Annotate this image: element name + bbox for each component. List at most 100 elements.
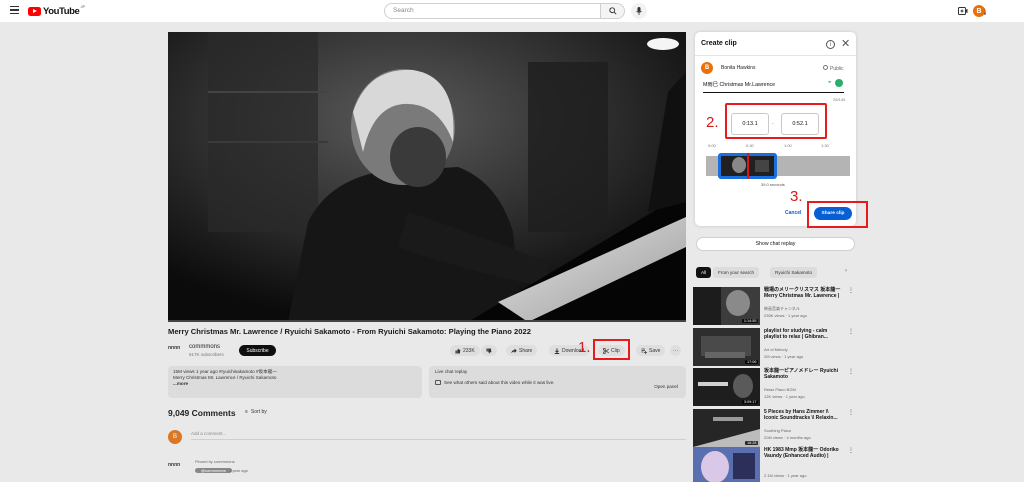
video-duration: 17:06 (745, 360, 758, 364)
thumbnail-image (693, 447, 760, 482)
voice-search-button[interactable] (631, 3, 647, 19)
subscribe-button[interactable]: Subscribe (239, 345, 276, 356)
sort-by-button[interactable]: ≡ Sort by (245, 409, 267, 415)
pinned-comment-handle[interactable]: @commmons (195, 468, 232, 473)
step-3-annotation: 3. (790, 188, 803, 205)
recommendation-title[interactable]: playlist for studying - calm playlist to… (764, 328, 844, 340)
comments-count: 9,049 Comments (168, 408, 236, 418)
close-icon[interactable]: ✕ (841, 37, 850, 50)
video-duration: 3:09:17 (742, 400, 758, 404)
more-vert-icon[interactable]: ⋮ (848, 287, 854, 294)
recommendation-title[interactable]: 戦場のメリークリスマス 坂本龍一 Merry Christmas Mr. Law… (764, 287, 844, 299)
recommendation-item[interactable]: 3:09:17 坂本龍一ピアノメドレー Ryuichi Sakamoto Rel… (693, 368, 856, 406)
like-button[interactable]: 233K (450, 345, 480, 356)
step-1-annotation: 1. (578, 339, 591, 356)
recommendation-title[interactable]: 坂本龍一ピアノメドレー Ryuichi Sakamoto (764, 368, 844, 380)
microphone-icon (636, 7, 642, 15)
search-placeholder: Search (393, 7, 414, 14)
recommendation-channel[interactable]: Art of Melody (764, 347, 788, 352)
recommendation-item[interactable]: HK 1983 Mmp 坂本龍一 Odoriko Vaundy (Enhance… (693, 447, 856, 482)
clip-title-input[interactable]: M雨巳 Christmas Mr.Lawrence (703, 80, 844, 93)
timeline-tick: 0:30 (746, 143, 754, 148)
sort-by-label: Sort by (250, 409, 267, 415)
logo-text: YouTube (43, 5, 80, 17)
video-duration: 16:28 (745, 441, 758, 445)
more-vert-icon[interactable]: ⋮ (848, 409, 854, 416)
youtube-logo[interactable]: YouTube JP (28, 4, 86, 17)
recommendation-channel[interactable]: 映画音楽チャンネル (764, 306, 800, 312)
recommendation-meta: 2.1M views · 1 year ago (764, 473, 807, 478)
create-button[interactable] (958, 6, 968, 16)
thumbs-down-icon (486, 348, 492, 353)
video-player[interactable] (168, 32, 686, 322)
chip-from-search[interactable]: From your search (713, 267, 759, 278)
download-icon (554, 348, 560, 354)
live-chat-text: See what others said about this video wh… (444, 380, 555, 385)
chip-all[interactable]: All (696, 267, 712, 278)
video-title: Merry Christmas Mr. Lawrence / Ryuichi S… (168, 327, 531, 336)
add-comment-input[interactable]: Add a comment... (191, 431, 686, 440)
live-chat-box: Live chat replay See what others said ab… (429, 366, 686, 398)
description-more-link[interactable]: ...more (173, 381, 417, 387)
share-button[interactable]: Share (506, 345, 538, 356)
search-input[interactable]: Search (384, 3, 601, 19)
clip-user-name: Bonita Hawkins (721, 65, 756, 71)
location-pin-icon[interactable]: ⌖ (828, 80, 831, 87)
recommendation-thumbnail[interactable]: 3:09:17 (693, 368, 760, 406)
channel-name[interactable]: commmons (189, 344, 220, 350)
logo-region: JP (80, 4, 86, 9)
live-chat-title: Live chat replay (435, 369, 468, 374)
video-duration: 1:14:55 (742, 319, 758, 323)
menu-icon[interactable] (10, 6, 19, 16)
recommendation-meta: 235K views · 1 year ago (764, 313, 807, 318)
clip-end-time[interactable]: 0:52.1 (781, 113, 819, 135)
info-icon[interactable]: i (826, 40, 835, 49)
cancel-button[interactable]: Cancel (785, 210, 801, 216)
recommendation-channel[interactable]: Soothing Piano (764, 428, 791, 433)
more-vert-icon[interactable]: ⋮ (848, 447, 854, 454)
show-chat-replay-button[interactable]: Show chat replay (696, 237, 855, 251)
time-separator: - (772, 121, 774, 127)
more-actions-button[interactable]: ··· (670, 345, 681, 356)
chip-scroll-right-icon[interactable]: › (845, 268, 847, 274)
recommendation-item[interactable]: 17:06 playlist for studying - calm playl… (693, 328, 856, 366)
dislike-button[interactable] (481, 345, 497, 356)
description-box[interactable]: 15M views 1 year ago #ryuichisakamoto #坂… (168, 366, 422, 398)
clip-start-time[interactable]: 0:13.1 (731, 113, 769, 135)
create-clip-title: Create clip (701, 40, 737, 47)
recommendation-thumbnail[interactable]: 17:06 (693, 328, 760, 366)
pinned-comment-avatar[interactable]: nnnn (168, 462, 180, 468)
globe-icon (823, 65, 828, 70)
recommendation-meta: 2M views · 1 year ago (764, 354, 804, 359)
like-count: 233K (463, 347, 475, 354)
recommendation-title[interactable]: HK 1983 Mmp 坂本龍一 Odoriko Vaundy (Enhance… (764, 447, 844, 459)
recommendation-thumbnail[interactable]: 16:28 (693, 409, 760, 447)
recommendation-thumbnail[interactable]: 1:14:55 (693, 287, 760, 325)
subscriber-count: 617K subscribers (189, 352, 224, 357)
recommendation-title[interactable]: 5 Pieces by Hans Zimmer \\ Iconic Soundt… (764, 409, 844, 421)
clip-user-avatar: B (701, 62, 713, 74)
channel-avatar[interactable]: nnnn (168, 345, 184, 357)
share-icon (511, 348, 517, 353)
chip-ryuichi-sakamoto[interactable]: Ryuichi Sakamoto (770, 267, 818, 278)
more-vert-icon[interactable]: ⋮ (848, 368, 854, 375)
open-panel-button[interactable]: Open panel (654, 384, 678, 389)
recommendation-item[interactable]: 1:14:55 戦場のメリークリスマス 坂本龍一 Merry Christmas… (693, 287, 856, 325)
emoji-icon[interactable] (835, 79, 843, 87)
step-2-annotation: 2. (706, 114, 719, 131)
search-button[interactable] (601, 3, 625, 19)
recommendation-meta: 20M views · 4 months ago (764, 435, 811, 440)
more-vert-icon[interactable]: ⋮ (848, 328, 854, 335)
chat-bubble-icon (435, 380, 441, 385)
clip-button-highlight (593, 339, 630, 360)
account-avatar[interactable]: B (973, 5, 985, 17)
clip-playhead[interactable] (747, 153, 749, 179)
recommendation-thumbnail[interactable] (693, 447, 760, 482)
recommendation-item[interactable]: 16:28 5 Pieces by Hans Zimmer \\ Iconic … (693, 409, 856, 447)
comment-user-avatar: B (168, 430, 182, 444)
share-clip-highlight (807, 201, 868, 228)
recommendation-channel[interactable]: Relax Piano BGM (764, 387, 796, 392)
panel-divider (695, 55, 856, 56)
save-button[interactable]: Save (636, 345, 666, 356)
video-progress-bar[interactable] (168, 320, 686, 322)
